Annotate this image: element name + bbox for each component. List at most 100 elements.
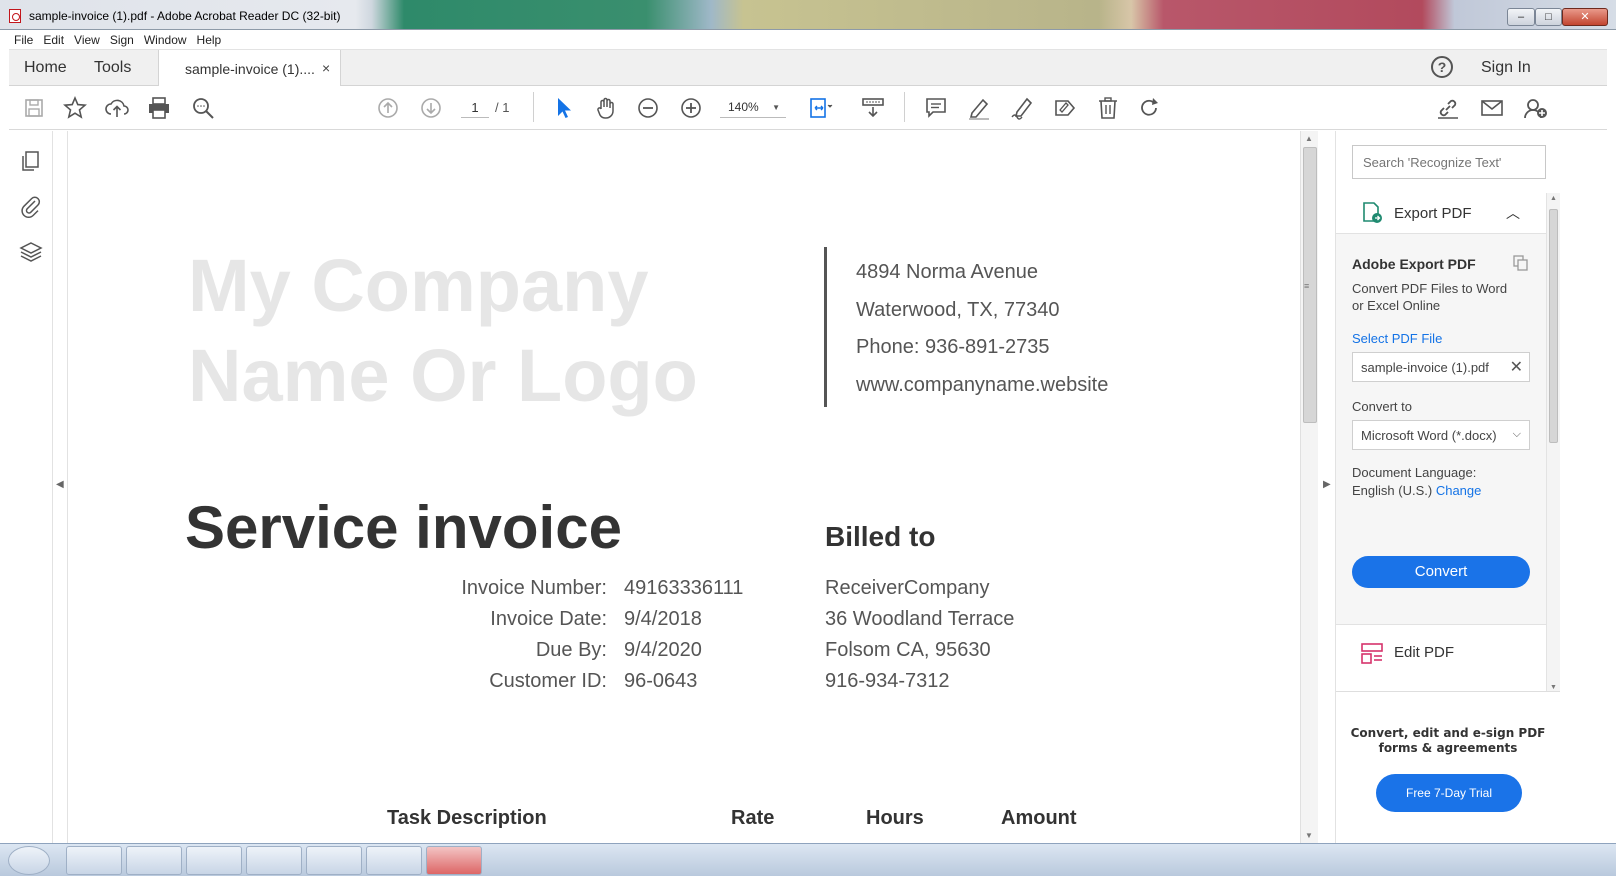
share-link-icon[interactable] [1435,95,1461,121]
edit-pdf-tool[interactable]: Edit PDF [1336,636,1546,672]
adobe-export-title: Adobe Export PDF [1352,256,1476,272]
tab-document[interactable]: sample-invoice (1).... × [158,50,341,86]
send-for-signature-icon[interactable] [1052,95,1078,121]
signature-pen-icon[interactable] [1009,95,1035,121]
right-tools-pane: Export PDF ︿ Adobe Export PDF Convert PD… [1336,131,1607,843]
hand-tool-icon[interactable] [593,95,619,121]
copy-icon[interactable] [1512,254,1530,272]
scroll-up-arrow[interactable]: ▲ [1550,195,1557,202]
document-language-row: English (U.S.) Change [1352,483,1481,498]
taskbar-item[interactable] [246,846,302,875]
selected-file-name: sample-invoice (1).pdf [1361,360,1489,375]
delete-trash-icon[interactable] [1095,95,1121,121]
menu-help[interactable]: Help [192,30,227,47]
select-pdf-file-link[interactable]: Select PDF File [1352,331,1442,346]
page-thumbnails-icon[interactable] [18,148,44,174]
highlight-pen-icon[interactable] [966,95,992,121]
zoom-level-value: 140% [728,100,759,114]
tab-home[interactable]: Home [24,59,67,77]
comment-icon[interactable] [923,95,949,121]
tab-bar: Home Tools sample-invoice (1).... × ? Si… [9,50,1607,86]
fit-page-icon[interactable] [807,95,833,121]
invoice-date-value: 9/4/2018 [624,608,702,630]
taskbar-item[interactable] [66,846,122,875]
toolbar-divider [533,92,534,122]
taskbar-item[interactable] [306,846,362,875]
convert-to-dropdown[interactable]: Microsoft Word (*.docx) ⌵ [1352,420,1530,450]
maximize-button[interactable]: □ [1535,8,1562,26]
help-icon[interactable]: ? [1431,56,1453,78]
company-address-line: 4894 Norma Avenue [856,261,1038,283]
previous-page-icon[interactable] [375,95,401,121]
taskbar-item-acrobat[interactable] [426,846,482,875]
email-icon[interactable] [1479,95,1505,121]
taskbar-item[interactable] [366,846,422,875]
convert-button[interactable]: Convert [1352,556,1530,588]
taskbar-item[interactable] [126,846,182,875]
scroll-down-arrow[interactable]: ▼ [1305,831,1313,840]
chevron-right-icon: ▶ [1323,479,1331,490]
close-window-button[interactable]: ✕ [1562,8,1608,26]
upload-cloud-icon[interactable] [104,95,130,121]
scroll-mode-icon[interactable] [860,95,886,121]
selected-file-field[interactable]: sample-invoice (1).pdf ✕ [1352,352,1530,382]
company-logo-placeholder: My Company Name Or Logo [188,241,698,421]
tools-pane-scrollbar[interactable]: ▲ ▼ [1546,193,1560,693]
search-zoom-icon[interactable] [190,95,216,121]
scrollbar-thumb[interactable] [1549,209,1558,443]
title-bar: sample-invoice (1).pdf - Adobe Acrobat R… [0,0,1616,30]
chevron-down-icon: ⌵ [1512,428,1521,440]
export-pdf-label: Export PDF [1394,205,1472,222]
address-divider [824,247,827,407]
company-name-line-2: Name Or Logo [188,334,698,417]
scroll-up-arrow[interactable]: ▲ [1305,134,1313,143]
billed-to-line: 916-934-7312 [825,670,950,692]
document-scrollbar[interactable]: ▲ ≡ ▼ [1300,131,1318,843]
zoom-out-icon[interactable] [635,95,661,121]
print-icon[interactable] [146,95,172,121]
next-page-icon[interactable] [418,95,444,121]
menu-view[interactable]: View [69,30,105,47]
change-language-link[interactable]: Change [1436,483,1482,498]
taskbar-item[interactable] [186,846,242,875]
document-view[interactable]: My Company Name Or Logo 4894 Norma Avenu… [68,131,1300,843]
due-by-value: 9/4/2020 [624,639,702,661]
export-pdf-tool-header[interactable]: Export PDF ︿ [1336,193,1546,233]
rotate-redo-icon[interactable] [1137,95,1163,121]
menu-sign[interactable]: Sign [105,30,139,47]
minimize-button[interactable]: – [1507,8,1535,26]
start-button[interactable] [8,846,50,875]
menu-window[interactable]: Window [139,30,192,47]
edit-pdf-label: Edit PDF [1394,644,1455,661]
chevron-up-icon[interactable]: ︿ [1506,203,1520,223]
left-pane-collapse-handle[interactable]: ◀ [53,131,68,843]
add-user-icon[interactable] [1522,95,1548,121]
search-tools-input[interactable] [1352,145,1546,179]
billed-to-title: Billed to [825,521,936,552]
zoom-level-dropdown[interactable]: 140% ▼ [720,100,786,118]
star-bookmark-icon[interactable] [62,95,88,121]
tab-tools[interactable]: Tools [94,59,131,77]
select-cursor-icon[interactable] [550,95,576,121]
sign-in-button[interactable]: Sign In [1481,59,1531,77]
attachment-paperclip-icon[interactable] [18,193,44,219]
billed-to-line: Folsom CA, 95630 [825,639,991,661]
company-address-line: Waterwood, TX, 77340 [856,299,1060,321]
right-pane-collapse-handle[interactable]: ▶ [1318,131,1336,843]
menu-file[interactable]: File [9,30,38,47]
document-language-value: English (U.S.) [1352,483,1433,498]
scroll-down-arrow[interactable]: ▼ [1550,684,1557,691]
page-number-input[interactable]: 1 [461,100,489,118]
clear-file-icon[interactable]: ✕ [1510,357,1523,377]
company-website: www.companyname.website [856,374,1109,396]
acrobat-app-icon [9,9,21,23]
promo-text: Convert, edit and e-sign PDF forms & agr… [1350,726,1546,755]
zoom-in-icon[interactable] [678,95,704,121]
save-icon[interactable] [21,95,47,121]
layers-icon[interactable] [18,239,44,265]
menu-edit[interactable]: Edit [38,30,69,47]
free-trial-button[interactable]: Free 7-Day Trial [1376,774,1522,812]
tab-close-icon[interactable]: × [322,60,330,76]
convert-to-value: Microsoft Word (*.docx) [1361,428,1497,443]
billed-to-line: ReceiverCompany [825,577,990,599]
